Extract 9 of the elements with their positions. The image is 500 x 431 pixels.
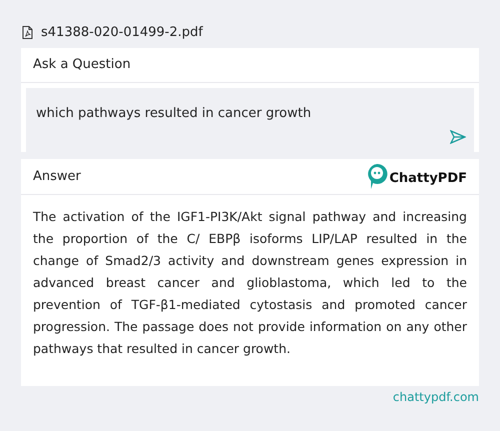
chat-bubble-logo-icon (366, 163, 388, 190)
pdf-file-icon (22, 26, 33, 39)
card-title: Ask a Question (33, 56, 131, 74)
logo-text: ChattyPDF (389, 170, 467, 188)
file-name: s41388-020-01499-2.pdf (41, 24, 203, 42)
answer-text: The activation of the IGF1-PI3K/Akt signal pathway and increasing the proportion of the C/ EBPβ isoforms LIP/LAP resulted in the change of Smad2/3 activity and downstream genes expression in advanced breast cancer and glioblastoma, which led to the prevention of TGF-β1-mediated cytostasis and promoted cancer progression. The passage does not provide information on any other pathways that resulted in cancer growth. (32, 208, 468, 358)
question-field[interactable]: which pathways resulted in cancer growth (26, 88, 474, 152)
send-icon[interactable] (450, 130, 466, 144)
card-title: Answer (33, 168, 81, 186)
